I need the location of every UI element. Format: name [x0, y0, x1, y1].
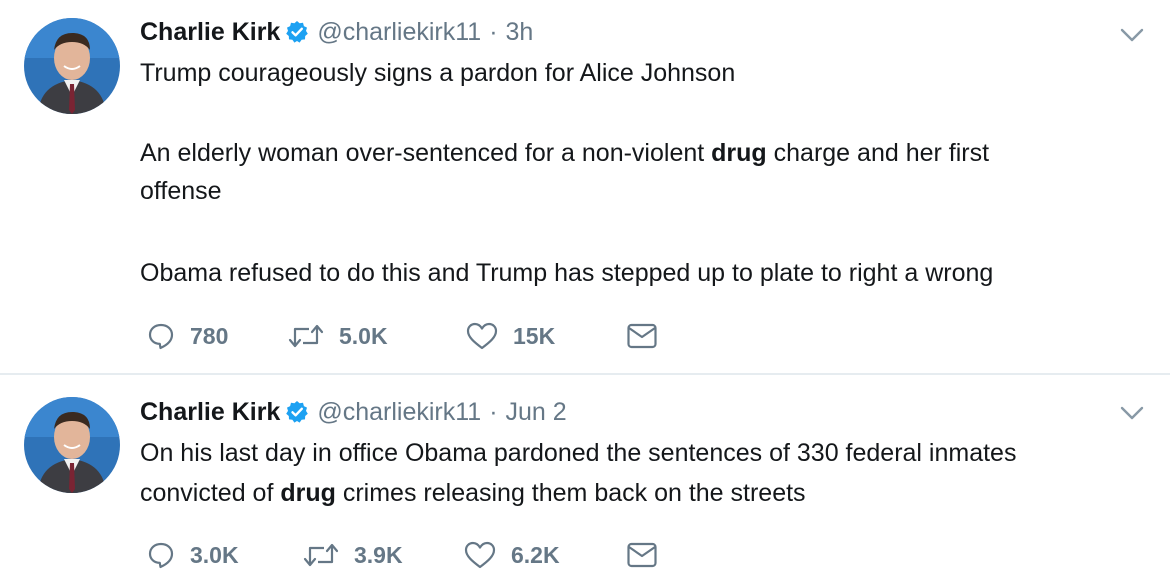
heart-icon	[463, 540, 497, 570]
tweet-text-line: Obama refused to do this and Trump has s…	[140, 254, 1140, 292]
author-handle[interactable]: @charliekirk11	[317, 18, 481, 47]
avatar[interactable]	[24, 18, 120, 114]
like-count: 15K	[513, 322, 556, 349]
reply-button[interactable]: 780	[146, 316, 228, 356]
retweet-count: 5.0K	[339, 322, 388, 349]
tweet[interactable]: Charlie Kirk @charliekirk11 · 3h Trump c…	[0, 0, 1170, 373]
timestamp[interactable]: Jun 2	[506, 398, 567, 427]
author-name[interactable]: Charlie Kirk	[140, 18, 280, 47]
retweet-count: 3.9K	[354, 541, 403, 568]
envelope-icon	[626, 321, 658, 351]
tweet-header: Charlie Kirk @charliekirk11 · Jun 2	[140, 395, 567, 429]
author-name[interactable]: Charlie Kirk	[140, 398, 280, 427]
text-run: convicted of	[140, 479, 281, 507]
text-run: Trump courageously signs a pardon for Al…	[140, 59, 736, 87]
retweet-button[interactable]: 5.0K	[287, 316, 388, 356]
tweet-text-line: Trump courageously signs a pardon for Al…	[140, 54, 1140, 92]
like-button[interactable]: 15K	[465, 316, 555, 356]
text-run: charge and her first	[766, 139, 990, 167]
text-run: On his last day in office Obama pardoned…	[140, 439, 1017, 467]
avatar[interactable]	[24, 397, 120, 493]
tweet-text-line: An elderly woman over-sentenced for a no…	[140, 134, 1140, 172]
timestamp[interactable]: 3h	[506, 18, 534, 47]
tweet-text-line: offense	[140, 172, 1140, 210]
retweet-icon	[287, 321, 325, 351]
reply-count: 780	[190, 322, 229, 349]
text-run: Obama refused to do this and Trump has s…	[140, 259, 994, 287]
reply-icon	[146, 321, 176, 351]
reply-count: 3.0K	[190, 541, 239, 568]
separator-dot: ·	[489, 397, 498, 426]
text-run: An elderly woman over-sentenced for a no…	[140, 139, 712, 167]
tweet[interactable]: Charlie Kirk @charliekirk11 · Jun 2 On h…	[0, 375, 1170, 586]
verified-badge-icon	[285, 400, 309, 424]
heart-icon	[465, 321, 499, 351]
chevron-down-icon[interactable]	[1118, 403, 1146, 423]
verified-badge-icon	[285, 20, 309, 44]
highlighted-keyword[interactable]: drug	[280, 479, 336, 507]
reply-button[interactable]: 3.0K	[146, 535, 239, 575]
author-handle[interactable]: @charliekirk11	[317, 398, 481, 427]
direct-message-button[interactable]	[626, 316, 658, 356]
text-run: offense	[140, 177, 222, 205]
retweet-button[interactable]: 3.9K	[302, 535, 403, 575]
tweet-text-line: convicted of drug crimes releasing them …	[140, 474, 1140, 512]
chevron-down-icon[interactable]	[1118, 25, 1146, 45]
separator-dot: ·	[489, 17, 498, 46]
retweet-icon	[302, 540, 340, 570]
direct-message-button[interactable]	[626, 535, 658, 575]
highlighted-keyword[interactable]: drug	[711, 139, 767, 167]
like-count: 6.2K	[511, 541, 560, 568]
reply-icon	[146, 540, 176, 570]
like-button[interactable]: 6.2K	[463, 535, 560, 575]
text-run: crimes releasing them back on the street…	[335, 479, 806, 507]
tweet-header: Charlie Kirk @charliekirk11 · 3h	[140, 15, 533, 49]
envelope-icon	[626, 540, 658, 570]
tweet-text-line: On his last day in office Obama pardoned…	[140, 434, 1140, 472]
